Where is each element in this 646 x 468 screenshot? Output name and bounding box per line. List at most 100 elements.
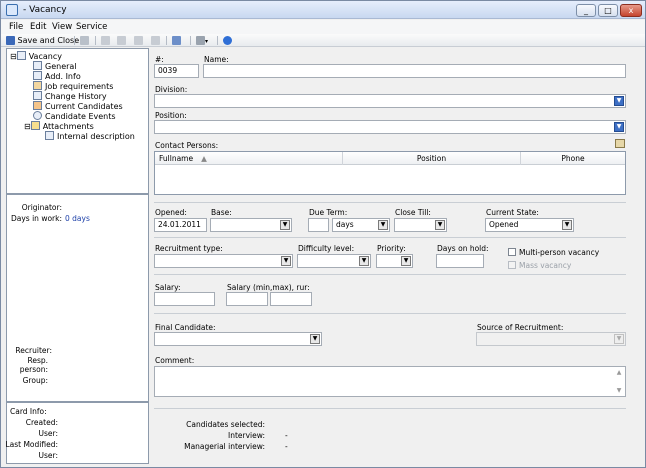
chevron-down-icon[interactable]: ▼	[401, 256, 411, 266]
menu-file[interactable]: File	[9, 22, 23, 32]
column-phone[interactable]: Phone	[521, 152, 625, 165]
salary-field[interactable]	[154, 292, 215, 306]
scrollbar[interactable]: ▲ ▼	[614, 368, 624, 395]
maximize-button[interactable]: □	[598, 4, 618, 17]
column-fullname[interactable]: Fullname ▲	[155, 152, 343, 165]
chevron-down-icon[interactable]: ▼	[378, 220, 388, 230]
cut-icon	[101, 36, 110, 45]
name-field[interactable]	[203, 64, 626, 78]
recruitment-type-select[interactable]: ▼	[154, 254, 293, 268]
position-select[interactable]: ▼	[154, 120, 626, 134]
number-field[interactable]: 0039	[154, 64, 199, 78]
chevron-down-icon[interactable]: ▼	[562, 220, 572, 230]
chevron-down-icon[interactable]: ▼	[281, 256, 291, 266]
spellcheck-button[interactable]	[172, 35, 181, 46]
multi-person-checkbox[interactable]	[508, 248, 516, 256]
column-position[interactable]: Position	[343, 152, 521, 165]
cut-button[interactable]	[101, 35, 110, 46]
difficulty-select[interactable]: ▼	[297, 254, 371, 268]
user-label: User:	[38, 429, 59, 438]
add-contact-icon[interactable]	[615, 139, 625, 148]
toolbar: Save and Close ▾	[1, 34, 645, 47]
group-label: Group:	[22, 376, 48, 385]
salary-max-field[interactable]	[270, 292, 312, 306]
tree-item-candidate-events[interactable]: Candidate Events	[33, 111, 116, 121]
comment-textarea[interactable]: ▲ ▼	[154, 366, 626, 397]
contact-persons-grid[interactable]: Fullname ▲ Position Phone	[154, 151, 626, 195]
close-till-select[interactable]: ▼	[394, 218, 447, 232]
due-term-unit-select[interactable]: days ▼	[332, 218, 390, 232]
managerial-interview-value: -	[285, 442, 288, 451]
days-on-hold-field[interactable]	[436, 254, 484, 268]
current-state-select[interactable]: Opened ▼	[485, 218, 574, 232]
menu-service[interactable]: Service	[76, 22, 107, 32]
due-term-unit-value: days	[336, 220, 354, 229]
save-close-button[interactable]: Save and Close	[6, 35, 79, 46]
chevron-down-icon[interactable]: ▼	[614, 96, 624, 106]
minimize-button[interactable]: _	[576, 4, 596, 17]
menu-view[interactable]: View	[52, 22, 72, 32]
tree-item-general[interactable]: General	[33, 61, 77, 71]
days-in-work-label: Days in work:	[11, 214, 62, 223]
user-label: User:	[38, 451, 59, 460]
divider	[154, 408, 626, 409]
card-info-panel: Card Info: Created: User: Last Modified:…	[5, 402, 149, 464]
save-close-label: Save and Close	[17, 36, 80, 45]
candidates-selected-label: Candidates selected:	[186, 420, 265, 429]
interview-label: Interview:	[228, 431, 265, 440]
final-candidate-select[interactable]: ▼	[154, 332, 322, 346]
undo-icon	[151, 36, 160, 45]
title-bar: - Vacancy _ □ x	[1, 1, 645, 19]
base-select[interactable]: ▼	[210, 218, 292, 232]
source-select[interactable]: ▼	[476, 332, 626, 346]
final-candidate-label: Final Candidate:	[155, 323, 216, 332]
tree-root-vacancy[interactable]: ⊟ Vacancy	[10, 51, 62, 61]
person-label: person:	[19, 365, 48, 374]
chevron-down-icon[interactable]: ▼	[614, 122, 624, 132]
chevron-down-icon[interactable]: ▼	[435, 220, 445, 230]
mass-vacancy-checkbox[interactable]	[508, 261, 516, 269]
priority-select[interactable]: ▼	[376, 254, 413, 268]
tree-item-add-info[interactable]: Add. Info	[33, 71, 81, 81]
toolbar-separator	[190, 36, 191, 45]
division-select[interactable]: ▼	[154, 94, 626, 108]
salary-min-field[interactable]	[226, 292, 268, 306]
help-button[interactable]	[223, 35, 232, 46]
tree-item-label: General	[45, 62, 77, 71]
due-term-number[interactable]	[308, 218, 329, 232]
attach-button[interactable]: ▾	[196, 35, 208, 46]
resp-label: Resp.	[27, 356, 48, 365]
chevron-down-icon[interactable]: ▼	[310, 334, 320, 344]
tree-item-internal-description[interactable]: Internal description	[45, 131, 135, 141]
tree-item-change-history[interactable]: Change History	[33, 91, 107, 101]
tree-item-current-candidates[interactable]: Current Candidates	[33, 101, 123, 111]
chevron-down-icon[interactable]: ▼	[280, 220, 290, 230]
window-title: - Vacancy	[23, 5, 67, 15]
chevron-down-icon[interactable]: ▼	[614, 334, 624, 344]
tree-item-attachments[interactable]: ⊟ Attachments	[24, 121, 94, 131]
column-label: Fullname	[159, 154, 194, 163]
download-icon	[33, 81, 42, 90]
print-button[interactable]	[80, 35, 89, 46]
tree-item-job-requirements[interactable]: Job requirements	[33, 81, 113, 91]
difficulty-label: Difficulty level:	[298, 244, 355, 253]
copy-button[interactable]	[117, 35, 126, 46]
spellcheck-icon	[172, 36, 181, 45]
save-icon	[6, 36, 15, 45]
contact-persons-label: Contact Persons:	[155, 141, 219, 150]
base-label: Base:	[211, 208, 232, 217]
tree-item-label: Job requirements	[45, 82, 114, 91]
interview-value: -	[285, 431, 288, 440]
last-modified-label: Last Modified:	[5, 440, 58, 449]
vacancy-icon	[16, 51, 26, 60]
close-button[interactable]: x	[620, 4, 642, 17]
paste-button[interactable]	[134, 35, 143, 46]
undo-button[interactable]	[151, 35, 160, 46]
navigation-tree: ⊟ Vacancy General Add. Info Job requireme…	[6, 48, 149, 194]
chevron-down-icon[interactable]: ▼	[359, 256, 369, 266]
menu-edit[interactable]: Edit	[30, 22, 46, 32]
tree-item-label: Change History	[45, 92, 107, 101]
position-label: Position:	[155, 111, 187, 120]
toolbar-separator	[166, 36, 167, 45]
opened-date-field[interactable]: 24.01.2011	[154, 218, 207, 232]
